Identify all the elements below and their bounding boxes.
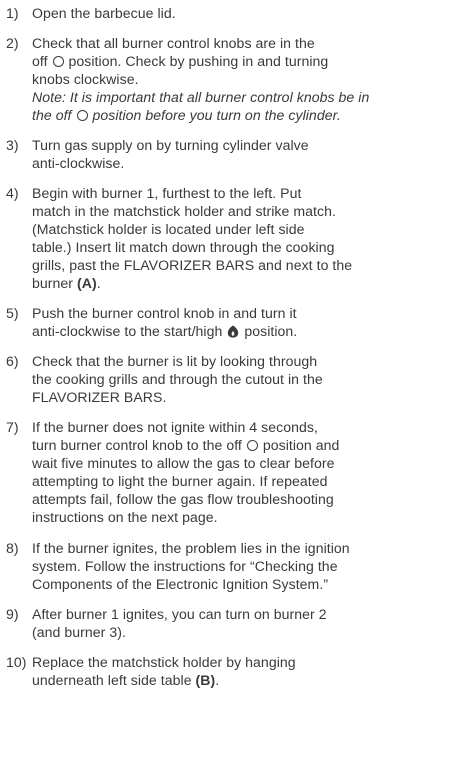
step-number: 10) (6, 654, 27, 670)
step-number: 5) (6, 305, 19, 321)
step-text: grills, past the FLAVORIZER BARS and nex… (32, 257, 353, 274)
step-note: Note: It is important that all burner co… (32, 89, 370, 106)
step-text: table.) Insert lit match down through th… (32, 239, 335, 256)
step-number: 7) (6, 419, 19, 435)
step-number: 4) (6, 185, 19, 201)
step-text: If the burner ignites, the problem lies … (32, 540, 350, 556)
step-number: 3) (6, 137, 19, 153)
step-text: (Matchstick holder is located under left… (32, 221, 305, 238)
step-number: 6) (6, 353, 19, 369)
step-text: FLAVORIZER BARS. (32, 389, 167, 406)
step-text: Components of the Electronic Ignition Sy… (32, 576, 329, 593)
step-number: 8) (6, 540, 19, 556)
step-text-with-label: underneath left side table (B). (32, 672, 220, 689)
step-number: 9) (6, 606, 19, 622)
step-text: Check that all burner control knobs are … (32, 35, 315, 51)
step-text: attempting to light the burner again. If… (32, 473, 328, 490)
step-number: 1) (6, 5, 19, 21)
step-text-with-icon: anti-clockwise to the start/high positio… (32, 323, 298, 340)
step-text: Check that the burner is lit by looking … (32, 353, 318, 369)
off-position-circle-icon (246, 440, 258, 452)
step-text-with-icon: off position. Check by pushing in and tu… (32, 53, 329, 70)
figure-label-a: (A) (77, 275, 97, 292)
step-text: the cooking grills and through the cutou… (32, 371, 323, 388)
off-position-circle-icon (76, 110, 88, 122)
step-text: Replace the matchstick holder by hanging (32, 654, 296, 670)
step-text: system. Follow the instructions for “Che… (32, 558, 338, 575)
step-text: Turn gas supply on by turning cylinder v… (32, 137, 309, 153)
step-text: wait five minutes to allow the gas to cl… (32, 455, 335, 472)
step-text: match in the matchstick holder and strik… (32, 203, 336, 220)
step-text-with-icon: turn burner control knob to the off posi… (32, 437, 340, 454)
figure-label-b: (B) (195, 672, 216, 689)
step-text: Begin with burner 1, furthest to the lef… (32, 185, 302, 201)
step-text: Open the barbecue lid. (32, 5, 176, 21)
step-text: (and burner 3). (32, 624, 126, 641)
step-text: anti-clockwise. (32, 155, 125, 172)
step-number: 2) (6, 35, 19, 51)
step-text: Push the burner control knob in and turn… (32, 305, 297, 321)
step-note-with-icon: the off position before you turn on the … (32, 107, 341, 124)
step-text: instructions on the next page. (32, 509, 218, 526)
step-text: If the burner does not ignite within 4 s… (32, 419, 318, 435)
off-position-circle-icon (52, 56, 64, 68)
instruction-list: 1) Open the barbecue lid. 2) Check that … (0, 0, 453, 768)
step-text: attempts fail, follow the gas flow troub… (32, 491, 334, 508)
start-high-flame-icon (228, 325, 239, 338)
step-text: After burner 1 ignites, you can turn on … (32, 606, 327, 622)
step-text-with-label: burner (A). (32, 275, 101, 292)
step-text: knobs clockwise. (32, 71, 139, 88)
